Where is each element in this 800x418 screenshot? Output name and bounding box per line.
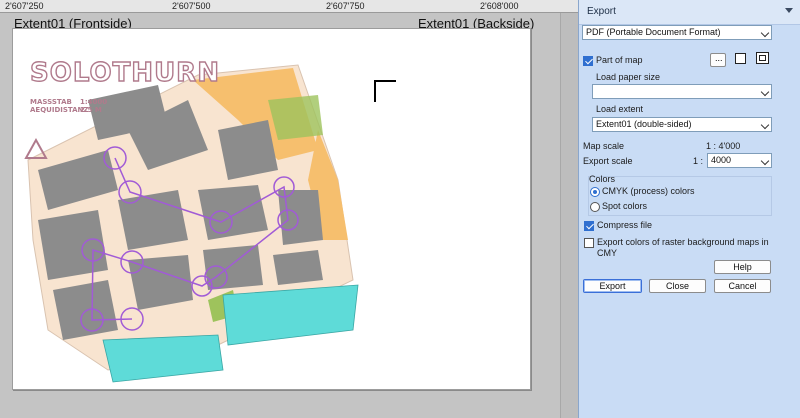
single-page-icon[interactable] (735, 53, 746, 64)
chevron-down-icon (760, 87, 770, 97)
compress-file-checkbox[interactable] (584, 221, 594, 231)
map-title: SOLOTHURN (29, 57, 220, 88)
chevron-down-icon (760, 120, 770, 130)
coordinate-ruler: 2'607'250 2'607'500 2'607'750 2'608'000 (0, 0, 578, 13)
map-scale-value: 1 : 4'000 (706, 141, 741, 151)
load-paper-size-label: Load paper size (596, 72, 661, 82)
chevron-down-icon (760, 156, 770, 166)
dialog-title: Export (587, 6, 616, 17)
format-value: PDF (Portable Document Format) (586, 27, 721, 37)
ruler-tick: 2'608'000 (480, 1, 519, 11)
colors-label: Colors (589, 174, 616, 184)
orienteering-map[interactable] (18, 40, 363, 385)
fit-page-icon[interactable] (756, 52, 769, 64)
paper-size-select[interactable] (592, 84, 772, 99)
raster-cmy-label: Export colors of raster background maps … (597, 237, 769, 258)
export-scale-select[interactable]: 4000 (707, 153, 772, 168)
ruler-tick: 2'607'750 (326, 1, 365, 11)
more-options-label: ... (715, 53, 723, 63)
export-button[interactable]: Export (583, 279, 642, 293)
part-of-map-checkbox[interactable] (583, 56, 593, 66)
export-scale-prefix: 1 : (693, 156, 704, 166)
compress-file-label: Compress file (597, 220, 653, 230)
map-contour-value: 2.5 M (80, 106, 102, 114)
spot-colors-label: Spot colors (602, 201, 648, 211)
dialog-title-bar[interactable]: Export (579, 0, 800, 25)
ruler-tick: 2'607'500 (172, 1, 211, 11)
extent-value: Extent01 (double-sided) (596, 119, 692, 129)
close-button[interactable]: Close (649, 279, 706, 293)
map-scale-label: Map scale (583, 141, 625, 151)
ruler-tick: 2'607'250 (5, 1, 44, 11)
export-scale-value: 4000 (711, 155, 732, 165)
map-water (222, 284, 359, 346)
vertical-scrollbar[interactable] (560, 13, 579, 418)
format-select[interactable]: PDF (Portable Document Format) (582, 25, 772, 40)
more-options-button[interactable]: ... (710, 53, 726, 67)
export-scale-label: Export scale (583, 156, 633, 166)
raster-cmy-checkbox[interactable] (584, 238, 594, 248)
cmyk-label: CMYK (process) colors (602, 186, 695, 196)
cmyk-radio[interactable] (590, 187, 600, 197)
map-water (102, 334, 224, 383)
dropdown-arrow-icon[interactable] (785, 8, 793, 13)
map-scale-label: MASSSTAB (30, 98, 72, 106)
crop-mark (374, 80, 396, 102)
cancel-button[interactable]: Cancel (714, 279, 771, 293)
load-extent-label: Load extent (596, 104, 644, 114)
part-of-map-label: Part of map (596, 55, 643, 65)
spot-colors-radio[interactable] (590, 202, 600, 212)
map-scale-value: 1:4000 (80, 98, 108, 106)
help-button[interactable]: Help (714, 260, 771, 274)
extent-select[interactable]: Extent01 (double-sided) (592, 117, 772, 132)
chevron-down-icon (760, 28, 770, 38)
